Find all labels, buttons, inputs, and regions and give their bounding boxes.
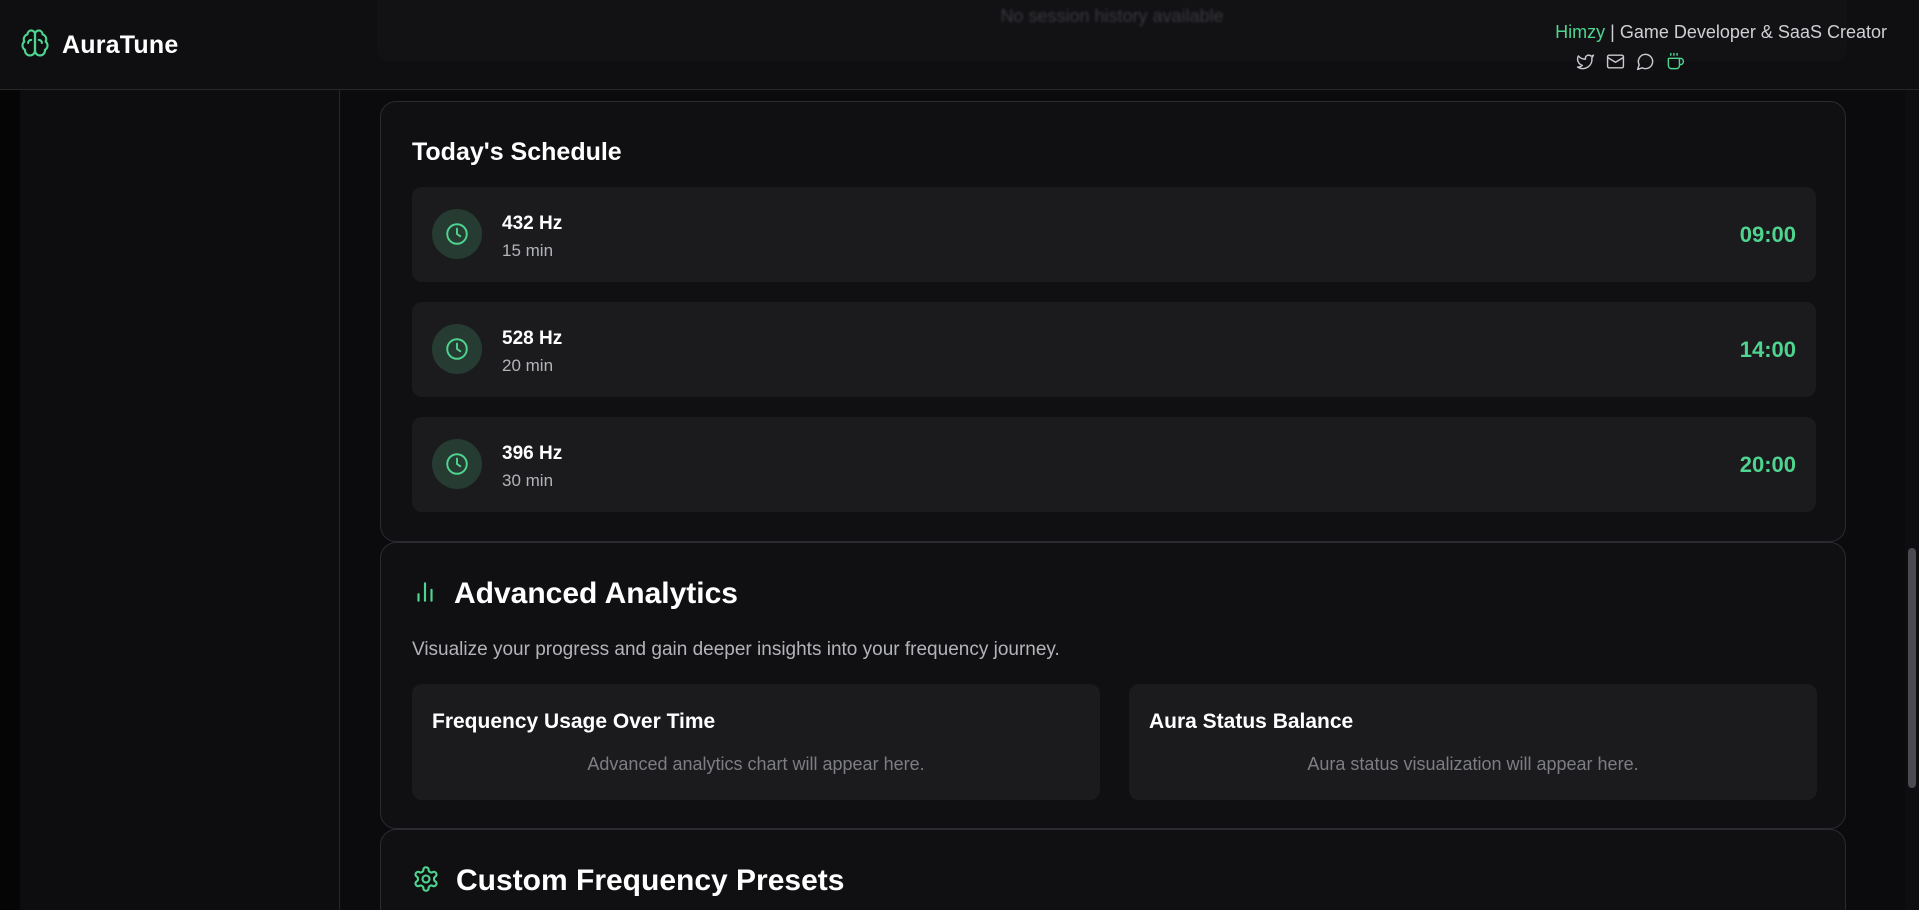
sidebar [20,90,340,910]
presets-title: Custom Frequency Presets [456,864,845,897]
analytics-header: Advanced Analytics [412,577,738,611]
bar-chart-icon [412,579,438,610]
gear-icon [412,865,440,898]
twitter-icon[interactable] [1574,50,1596,72]
slot-time: 14:00 [1739,337,1796,362]
panel-title: Frequency Usage Over Time [432,710,716,733]
social-links [1574,50,1686,72]
schedule-title: Today's Schedule [412,138,622,166]
panel-placeholder: Advanced analytics chart will appear her… [587,754,925,774]
creator-separator: | [1610,22,1615,42]
slot-duration: 30 min [502,471,554,490]
coffee-icon[interactable] [1664,50,1686,72]
schedule-slot[interactable]: 396 Hz 30 min 20:00 [412,417,1816,512]
slot-duration: 15 min [502,241,554,260]
panel-placeholder: Aura status visualization will appear he… [1307,754,1639,774]
brand[interactable]: AuraTune [20,28,178,63]
aura-status-panel: Aura Status Balance Aura status visualiz… [1129,684,1817,800]
scrollbar[interactable] [1905,0,1919,910]
schedule-slot[interactable]: 528 Hz 20 min 14:00 [412,302,1816,397]
presets-card: Custom Frequency Presets [380,829,1846,910]
clock-icon [432,209,482,259]
app-header: AuraTune No session history available [0,0,1919,90]
schedule-card: Today's Schedule 432 Hz 15 min 09:00 528… [380,101,1846,542]
brain-icon [20,28,50,63]
outer-gutter [0,90,20,910]
slot-frequency: 396 Hz [502,443,563,464]
creator-role: Game Developer & SaaS Creator [1619,22,1887,42]
creator-name-link[interactable]: Himzy [1555,22,1605,42]
creator-credit: Himzy | Game Developer & SaaS Creator [1555,22,1887,43]
slot-frequency: 528 Hz [502,328,563,349]
slot-time: 09:00 [1739,222,1796,247]
schedule-slot[interactable]: 432 Hz 15 min 09:00 [412,187,1816,282]
slot-duration: 20 min [502,356,554,375]
slot-frequency: 432 Hz [502,213,563,234]
mail-icon[interactable] [1604,50,1626,72]
analytics-title: Advanced Analytics [454,577,738,610]
brand-name: AuraTune [62,31,179,59]
clock-icon [432,324,482,374]
frequency-usage-panel: Frequency Usage Over Time Advanced analy… [412,684,1100,800]
clock-icon [432,439,482,489]
presets-header: Custom Frequency Presets [412,864,844,898]
panel-title: Aura Status Balance [1149,710,1354,733]
slot-time: 20:00 [1739,452,1796,477]
scrollbar-thumb[interactable] [1908,548,1916,788]
analytics-subtitle: Visualize your progress and gain deeper … [412,639,1060,660]
analytics-card: Advanced Analytics Visualize your progre… [380,542,1846,829]
chat-icon[interactable] [1634,50,1656,72]
